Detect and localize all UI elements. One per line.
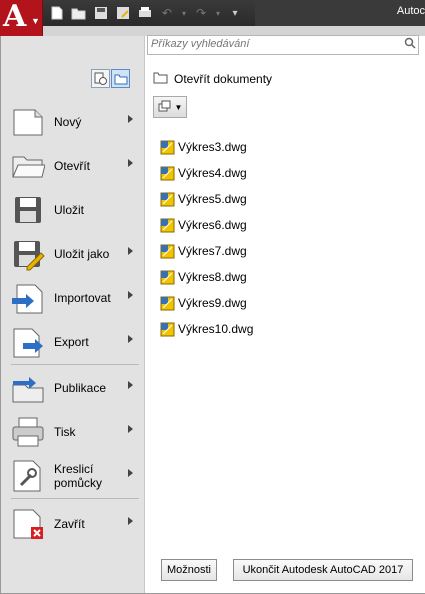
save-file-icon[interactable] [92,4,110,22]
menu-item-publish[interactable]: Publikace [11,368,139,408]
menu-separator [11,364,139,365]
menu-item-save-as[interactable]: Uložit jako [11,234,139,274]
dwg-file-icon [160,270,175,285]
ordering-dropdown-button[interactable]: ▼ [153,96,187,118]
folder-icon [153,71,168,87]
customize-toolbar-icon[interactable]: ▾ [226,4,244,22]
list-item[interactable]: Výkres10.dwg [160,319,253,339]
dwg-file-icon [160,140,175,155]
list-item[interactable]: Výkres6.dwg [160,215,247,235]
printer-icon [11,415,45,449]
open-folder-icon [11,149,46,183]
recent-documents-toggle-icon[interactable] [91,69,110,88]
publish-icon [11,371,45,405]
menu-item-export[interactable]: Export [11,322,139,362]
menu-item-save[interactable]: Uložit [11,190,139,230]
view-toggle [90,69,130,88]
open-documents-title: Otevřít dokumenty [174,72,273,86]
undo-dropdown-icon[interactable]: ▾ [180,4,188,22]
list-item[interactable]: Výkres3.dwg [160,137,247,157]
dwg-file-icon [160,192,175,207]
new-file-icon[interactable] [48,4,66,22]
chevron-down-icon: ▼ [174,102,183,112]
application-menu-button[interactable]: A ▼ [0,0,43,37]
menu-separator [11,498,139,499]
save-as-icon [11,237,45,271]
menu-item-open[interactable]: Otevřít [11,146,139,186]
list-item[interactable]: Výkres8.dwg [160,267,247,287]
dwg-file-icon [160,322,175,337]
recent-documents-pane: Otevřít dokumenty ▼ Výkres3.dwg Výkres4.… [144,35,425,593]
app-title: Autoc [396,5,425,17]
list-item[interactable]: Výkres9.dwg [160,293,247,313]
open-file-icon[interactable] [70,4,88,22]
menu-item-print[interactable]: Tisk [11,412,139,452]
submenu-arrow-icon [128,247,133,255]
dwg-file-icon [160,244,175,259]
drawing-utilities-icon [11,459,45,493]
import-icon [11,281,45,315]
application-menu: Nový Otevřít Uložit Uložit jako Importov… [0,35,425,594]
submenu-arrow-icon [128,469,133,477]
windows-list-icon [158,100,172,115]
submenu-arrow-icon [128,381,133,389]
close-document-icon [11,507,45,541]
exit-autocad-button[interactable]: Ukončit Autodesk AutoCAD 2017 [233,559,413,581]
floppy-disk-icon [11,193,45,227]
submenu-arrow-icon [128,115,133,123]
new-document-icon [11,105,45,139]
dwg-file-icon [160,296,175,311]
submenu-arrow-icon [128,517,133,525]
submenu-arrow-icon [128,335,133,343]
options-button[interactable]: Možnosti [161,559,217,581]
list-item[interactable]: Výkres7.dwg [160,241,247,261]
menu-item-drawing-utilities[interactable]: Kreslicí pomůcky [11,456,139,496]
menu-item-import[interactable]: Importovat [11,278,139,318]
chevron-down-icon: ▼ [31,16,40,26]
menu-commands-column: Nový Otevřít Uložit Uložit jako Importov… [1,36,143,593]
list-item[interactable]: Výkres5.dwg [160,189,247,209]
submenu-arrow-icon [128,159,133,167]
plot-icon[interactable] [136,4,154,22]
open-documents-toggle-icon[interactable] [111,69,130,88]
title-bar: ↶ ▾ ↷ ▾ ▾ Autoc [0,0,425,26]
menu-item-close[interactable]: Zavřít [11,504,139,544]
search-input[interactable] [148,36,394,52]
list-item[interactable]: Výkres4.dwg [160,163,247,183]
menu-item-new[interactable]: Nový [11,102,139,142]
dwg-file-icon [160,218,175,233]
export-icon [11,325,45,359]
undo-icon[interactable]: ↶ [158,4,176,22]
submenu-arrow-icon [128,291,133,299]
dwg-file-icon [160,166,175,181]
redo-dropdown-icon[interactable]: ▾ [214,4,222,22]
search-icon[interactable] [404,37,416,52]
submenu-arrow-icon [128,425,133,433]
search-box [147,35,419,55]
autocad-logo-icon: A [3,0,27,34]
redo-icon[interactable]: ↷ [192,4,210,22]
open-documents-header: Otevřít dokumenty [153,71,272,87]
save-as-file-icon[interactable] [114,4,132,22]
quick-access-toolbar: ↶ ▾ ↷ ▾ ▾ [48,4,248,22]
